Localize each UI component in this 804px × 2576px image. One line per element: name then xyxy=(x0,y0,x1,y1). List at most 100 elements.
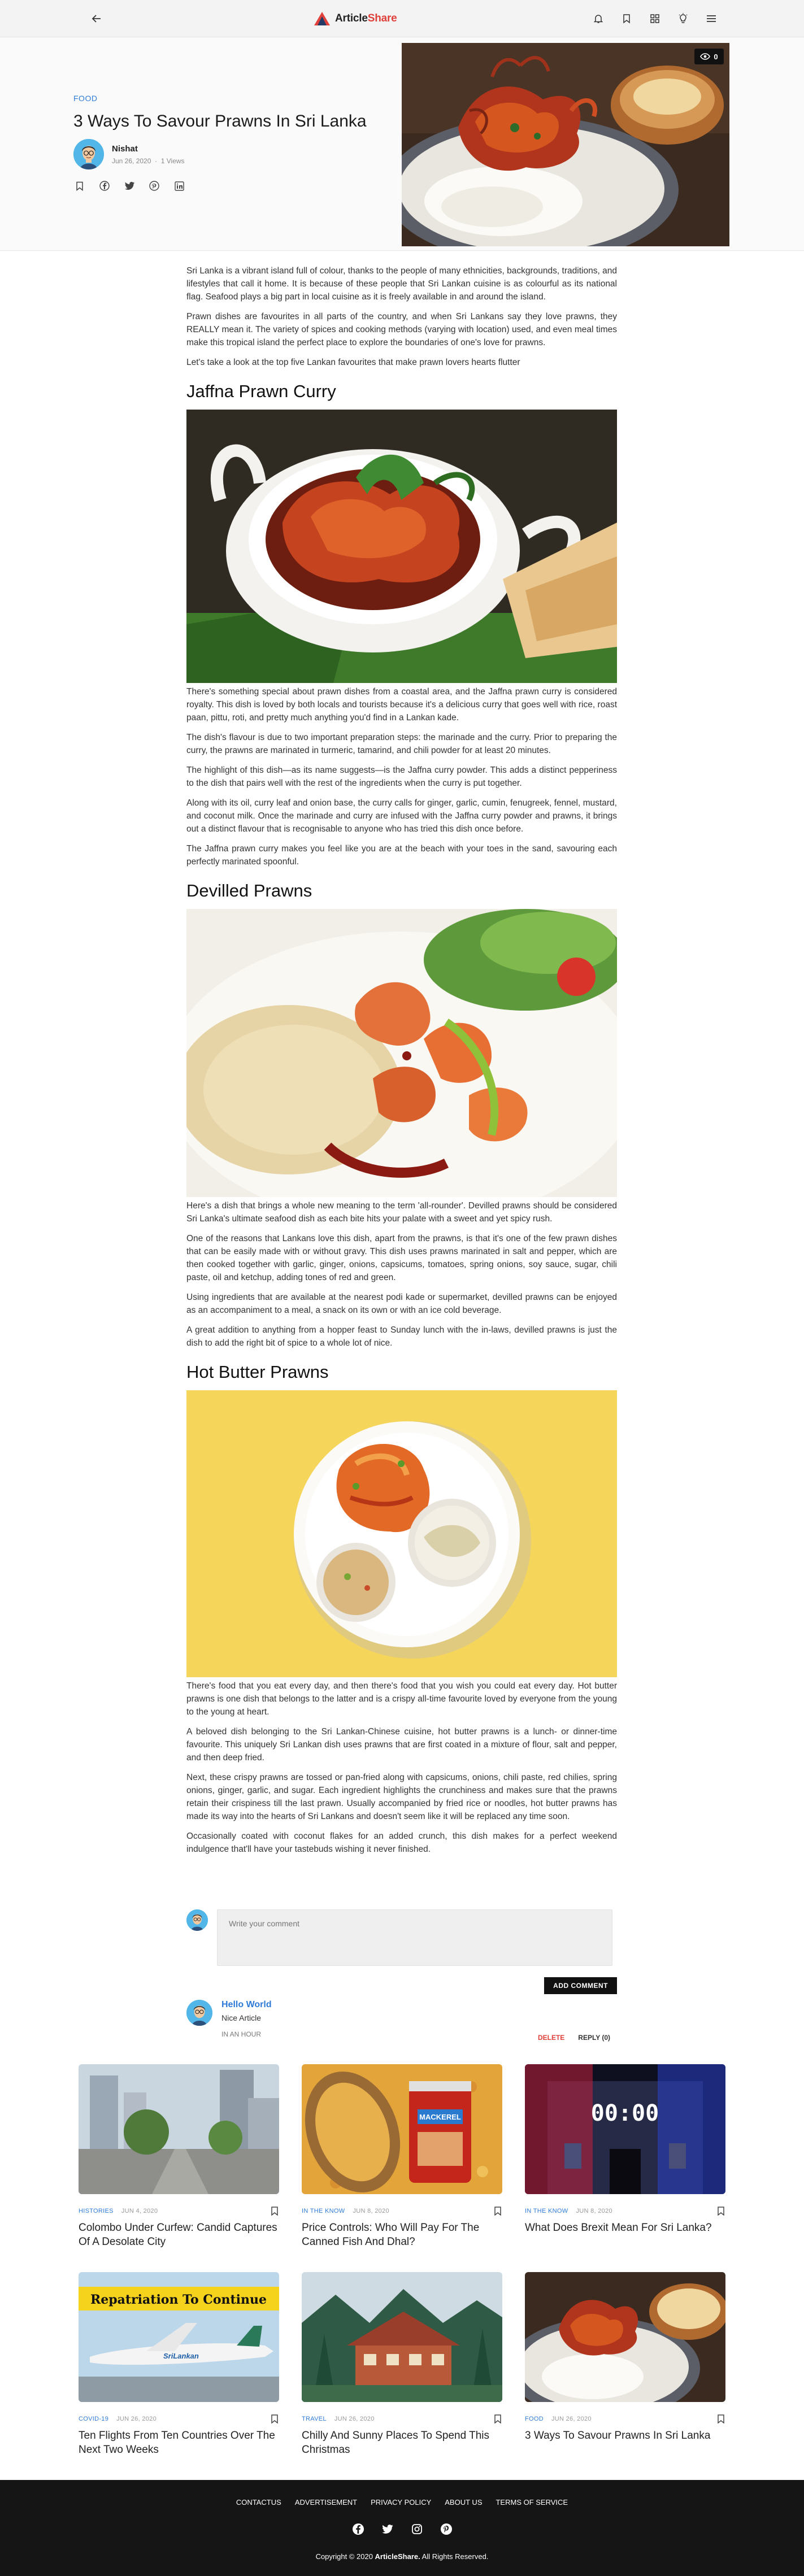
card-image xyxy=(79,2064,279,2194)
card-image: MACKEREL xyxy=(302,2064,502,2194)
bookmark-icon[interactable] xyxy=(716,2206,725,2216)
card-title[interactable]: Price Controls: Who Will Pay For The Can… xyxy=(302,2221,502,2249)
view-count: 0 xyxy=(714,52,718,61)
facebook-icon[interactable] xyxy=(98,180,111,192)
author-name[interactable]: Nishat xyxy=(112,144,185,154)
related-card[interactable]: TRAVEL JUN 26, 2020 Chilly And Sunny Plac… xyxy=(302,2272,502,2457)
related-card[interactable]: FOOD JUN 26, 2020 3 Ways To Savour Prawns… xyxy=(508,2272,728,2443)
comment-section: ADD COMMENT Hello World Nice Article IN … xyxy=(186,1909,617,2042)
copyright: Copyright © 2020 ArticleShare. All Right… xyxy=(315,2552,489,2561)
avatar[interactable] xyxy=(186,2000,212,2026)
comment-text: Nice Article xyxy=(221,2013,262,2022)
clock-display: 00:00 xyxy=(591,2100,659,2126)
bell-icon[interactable] xyxy=(590,11,606,27)
topbar-actions xyxy=(590,11,719,27)
section-heading: Hot Butter Prawns xyxy=(186,1362,329,1382)
hot-butter-prawns-image xyxy=(186,1390,617,1677)
comment-input[interactable] xyxy=(217,1909,612,1966)
paragraph: The Jaffna prawn curry makes you feel li… xyxy=(186,844,617,867)
related-card[interactable]: 00:00 IN THE KNOW JUN 8, 2020 What Does B… xyxy=(525,2064,725,2235)
card-category[interactable]: COVID-19 xyxy=(79,2416,108,2422)
bookmark-icon[interactable] xyxy=(73,180,86,192)
grid-icon[interactable] xyxy=(647,11,663,27)
paragraph: Sri Lanka is a vibrant island full of co… xyxy=(186,266,617,302)
bookmark-icon[interactable] xyxy=(270,2414,279,2424)
paragraph: Prawn dishes are favourites in all parts… xyxy=(186,312,617,347)
brand-logo[interactable]: ArticleShare xyxy=(314,9,397,28)
author-block: Nishat Jun 26, 2020 · 1 Views xyxy=(73,139,185,169)
pinterest-icon[interactable] xyxy=(439,2522,454,2536)
paragraph: Here's a dish that brings a whole new me… xyxy=(186,1201,617,1224)
footer-link-contact[interactable]: CONTACTUS xyxy=(236,2498,281,2507)
delete-comment-button[interactable]: DELETE xyxy=(538,2034,564,2042)
instagram-icon[interactable] xyxy=(410,2522,424,2536)
post-date: Jun 26, 2020 xyxy=(112,156,151,165)
paragraph: The highlight of this dish—as its name s… xyxy=(186,765,617,788)
related-card[interactable]: HISTORIES JUN 4, 2020 Colombo Under Curfe… xyxy=(79,2064,279,2249)
paragraph: The dish's flavour is due to two importa… xyxy=(186,733,617,755)
card-image: Repatriation To Continue SriLankan xyxy=(79,2272,279,2402)
banner-text: Repatriation To Continue xyxy=(90,2292,267,2307)
can-label: MACKEREL xyxy=(419,2113,461,2121)
top-navbar: ArticleShare xyxy=(0,0,804,37)
footer-link-terms[interactable]: TERMS OF SERVICE xyxy=(496,2498,568,2507)
comment-date: IN AN HOUR xyxy=(221,2030,262,2038)
card-date: JUN 26, 2020 xyxy=(334,2416,375,2422)
card-category[interactable]: IN THE KNOW xyxy=(525,2208,568,2214)
card-category[interactable]: IN THE KNOW xyxy=(302,2208,345,2214)
bookmark-icon[interactable] xyxy=(270,2206,279,2216)
card-date: JUN 26, 2020 xyxy=(116,2416,157,2422)
lightbulb-icon[interactable] xyxy=(675,11,691,27)
paragraph: A great addition to anything from a hopp… xyxy=(186,1325,617,1348)
footer-social xyxy=(0,2522,804,2536)
bookmark-icon[interactable] xyxy=(619,11,634,27)
reply-comment-button[interactable]: REPLY (0) xyxy=(578,2034,610,2042)
facebook-icon[interactable] xyxy=(351,2522,366,2536)
paragraph: There's food that you eat every day, and… xyxy=(186,1681,617,1717)
bookmark-icon[interactable] xyxy=(493,2206,502,2216)
pinterest-icon[interactable] xyxy=(148,180,160,192)
card-title[interactable]: Chilly And Sunny Places To Spend This Ch… xyxy=(302,2429,502,2457)
twitter-icon[interactable] xyxy=(380,2522,395,2536)
paragraph: One of the reasons that Lankans love thi… xyxy=(186,1234,617,1282)
comment-item: Hello World Nice Article IN AN HOUR DELE… xyxy=(186,2000,617,2042)
card-category[interactable]: HISTORIES xyxy=(79,2208,114,2214)
card-date: JUN 26, 2020 xyxy=(551,2416,592,2422)
back-arrow-icon[interactable] xyxy=(89,11,104,26)
card-title[interactable]: Ten Flights From Ten Countries Over The … xyxy=(79,2429,279,2457)
article-body: Sri Lanka is a vibrant island full of co… xyxy=(186,264,617,1863)
card-date: JUN 8, 2020 xyxy=(576,2208,612,2214)
paragraph: Let's take a look at the top five Lankan… xyxy=(186,358,520,367)
avatar[interactable] xyxy=(73,139,104,169)
card-image xyxy=(302,2272,502,2402)
card-title[interactable]: 3 Ways To Savour Prawns In Sri Lanka xyxy=(525,2429,725,2443)
card-category[interactable]: FOOD xyxy=(525,2416,544,2422)
related-card[interactable]: Repatriation To Continue SriLankan COVID… xyxy=(79,2272,279,2457)
card-title[interactable]: Colombo Under Curfew: Candid Captures Of… xyxy=(79,2221,279,2249)
add-comment-button[interactable]: ADD COMMENT xyxy=(544,1977,617,1994)
menu-icon[interactable] xyxy=(703,11,719,27)
footer: CONTACTUS ADVERTISEMENT PRIVACY POLICY A… xyxy=(0,2480,804,2576)
footer-link-privacy[interactable]: PRIVACY POLICY xyxy=(371,2498,431,2507)
card-image: 00:00 xyxy=(525,2064,725,2194)
footer-link-advertisement[interactable]: ADVERTISEMENT xyxy=(295,2498,357,2507)
paragraph: Using ingredients that are available at … xyxy=(186,1293,617,1315)
card-image xyxy=(508,2272,728,2419)
comment-actions: DELETE REPLY (0) xyxy=(538,2034,610,2042)
related-card[interactable]: MACKEREL IN THE KNOW JUN 8, 2020 Price Co… xyxy=(302,2064,502,2249)
eye-icon xyxy=(700,53,711,60)
paragraph: Along with its oil, curry leaf and onion… xyxy=(186,798,617,834)
article-title: 3 Ways To Savour Prawns In Sri Lanka xyxy=(73,112,367,130)
paragraph: A beloved dish belonging to the Sri Lank… xyxy=(186,1727,617,1763)
share-bar xyxy=(73,180,185,192)
linkedin-icon[interactable] xyxy=(173,180,185,192)
article-category[interactable]: FOOD xyxy=(73,94,97,103)
twitter-icon[interactable] xyxy=(123,180,136,192)
paragraph: There's something special about prawn di… xyxy=(186,687,617,723)
bookmark-icon[interactable] xyxy=(716,2414,725,2424)
card-title[interactable]: What Does Brexit Mean For Sri Lanka? xyxy=(525,2221,725,2235)
bookmark-icon[interactable] xyxy=(493,2414,502,2424)
card-category[interactable]: TRAVEL xyxy=(302,2416,327,2422)
comment-author[interactable]: Hello World xyxy=(221,2000,272,2010)
footer-link-about[interactable]: ABOUT US xyxy=(445,2498,482,2507)
